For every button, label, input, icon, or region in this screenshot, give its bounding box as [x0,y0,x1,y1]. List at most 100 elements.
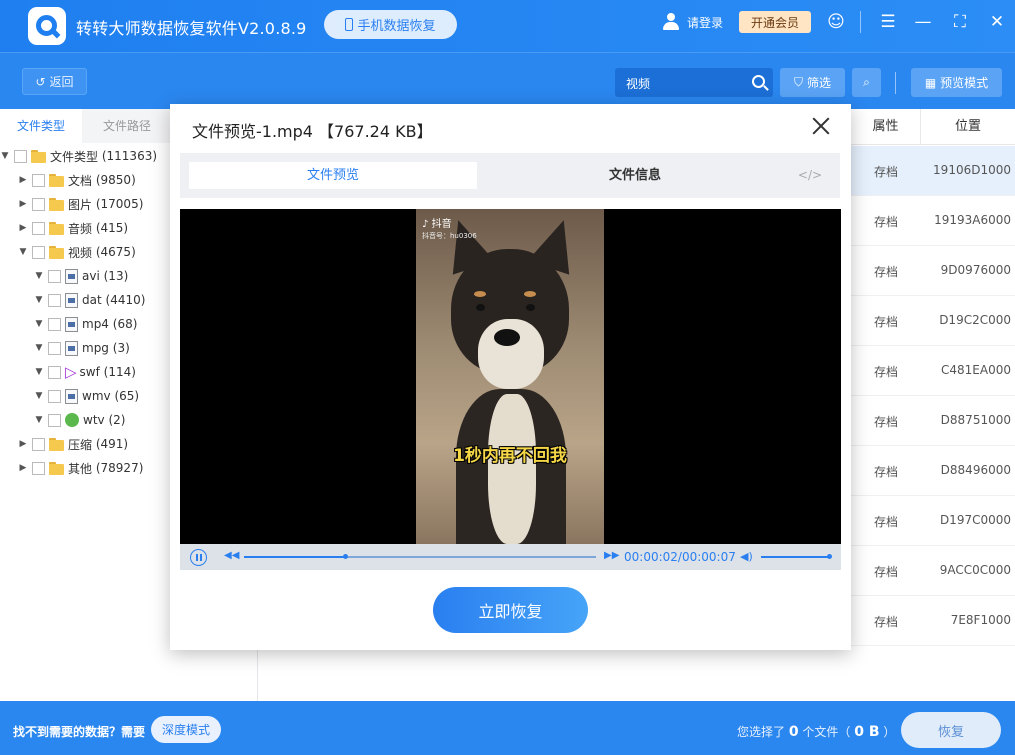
tree-item-archive[interactable]: ▶ 压缩 (491) [18,434,129,454]
expand-down-icon[interactable]: ▼ [34,319,44,329]
recover-now-button[interactable]: 立即恢复 [433,587,588,633]
expand-down-icon[interactable]: ▼ [34,271,44,281]
support-icon[interactable]: ☺ [826,12,846,32]
tab-code[interactable]: </> [790,162,830,189]
checkbox[interactable] [32,221,45,235]
recover-button[interactable]: 恢复 [901,712,1001,748]
checkbox[interactable] [48,293,61,307]
folder-icon [49,437,65,451]
fast-forward-icon[interactable]: ▶▶ [604,550,619,561]
tree-item-other[interactable]: ▶ 其他 (78927) [18,458,144,478]
tree-item-mp4[interactable]: ▼ mp4 (68) [34,314,137,334]
table-row[interactable]: 存档 D197C0000 [851,496,1015,546]
time-display: 00:00:02/00:00:07 [624,550,736,564]
tree-item-avi[interactable]: ▼ avi (13) [34,266,128,286]
checkbox[interactable] [48,269,61,283]
table-row[interactable]: 存档 7E8F1000 [851,596,1015,646]
tree-item-audio[interactable]: ▶ 音频 (415) [18,218,129,238]
progress-handle[interactable] [342,554,348,559]
app-logo-icon [28,7,66,45]
expand-right-icon[interactable]: ▶ [18,463,28,473]
table-row[interactable]: 存档 9D0976000 [851,246,1015,296]
tab-file-path[interactable]: 文件路径 [86,109,168,143]
expand-down-icon[interactable]: ▼ [34,343,44,353]
pause-icon[interactable] [190,549,207,566]
table-row[interactable]: 存档 19106D1000 [851,146,1015,196]
tree-item-wmv[interactable]: ▼ wmv (65) [34,386,139,406]
expand-down-icon[interactable]: ▼ [34,295,44,305]
checkbox[interactable] [48,389,61,403]
tree-item-images[interactable]: ▶ 图片 (17005) [18,194,144,214]
cell-position: 9ACC0C000 [939,563,1011,577]
back-button[interactable]: ↺ 返回 [22,68,87,95]
expand-right-icon[interactable]: ▶ [18,199,28,209]
table-row[interactable]: 存档 D19C2C000 [851,296,1015,346]
tree-item-swf[interactable]: ▼ ▷ swf (114) [34,362,136,382]
table-row[interactable]: 存档 19193A6000 [851,196,1015,246]
expand-down-icon[interactable]: ▼ [18,247,28,257]
tab-file-type[interactable]: 文件类型 [0,109,82,143]
close-window-icon[interactable]: ✕ [987,12,1007,32]
checkbox[interactable] [32,197,45,211]
tree-item-dat[interactable]: ▼ dat (4410) [34,290,145,310]
checkbox[interactable] [48,317,61,331]
cell-position: 9D0976000 [940,263,1011,277]
expand-down-icon[interactable]: ▼ [34,391,44,401]
vip-button[interactable]: 开通会员 [739,11,811,33]
tree-root[interactable]: ▼ 文件类型 (111363) [0,146,157,166]
column-header-attr[interactable]: 属性 [851,109,921,145]
volume-handle[interactable] [827,554,832,559]
maximize-icon[interactable]: ⛶ [950,12,970,32]
search-icon[interactable] [752,75,765,88]
tree-item-video[interactable]: ▼ 视频 (4675) [18,242,136,262]
expand-down-icon[interactable]: ▼ [34,367,44,377]
minimize-icon[interactable]: — [913,12,933,32]
search-input[interactable]: 视频 [615,68,773,97]
tree-count: (4675) [95,245,136,259]
menu-icon[interactable]: ☰ [878,12,898,32]
deep-mode-button[interactable]: 深度模式 [151,716,221,743]
checkbox[interactable] [48,365,61,379]
expand-down-icon[interactable]: ▼ [34,415,44,425]
close-icon[interactable] [810,115,832,137]
tree-count: (2) [108,413,126,427]
volume-slider[interactable] [761,556,830,558]
checkbox[interactable] [32,437,45,451]
volume-icon[interactable]: ◀) [740,550,753,563]
progress-bar[interactable] [244,554,596,559]
cell-attr: 存档 [873,315,898,329]
checkbox[interactable] [48,413,61,427]
table-row[interactable]: 存档 9ACC0C000 [851,546,1015,596]
tab-file-info[interactable]: 文件信息 [525,162,745,189]
tab-file-preview[interactable]: 文件预览 [189,162,477,189]
tree-item-wtv[interactable]: ▼ wtv (2) [34,410,125,430]
expand-right-icon[interactable]: ▶ [18,175,28,185]
tree-item-docs[interactable]: ▶ 文档 (9850) [18,170,136,190]
image-search-button[interactable]: ⌕ [852,68,881,97]
table-row[interactable]: 存档 C481EA000 [851,346,1015,396]
video-player[interactable]: ♪ 抖音 抖音号：hu0306 1秒内再不回我 [180,209,841,544]
cell-attr: 存档 [873,365,898,379]
expand-down-icon[interactable]: ▼ [0,151,10,161]
checkbox[interactable] [32,461,45,475]
checkbox[interactable] [32,173,45,187]
checkbox[interactable] [48,341,61,355]
column-header-position[interactable]: 位置 [921,109,1015,145]
preview-mode-button[interactable]: ▦ 预览模式 [911,68,1002,97]
expand-right-icon[interactable]: ▶ [18,223,28,233]
dog-marking [524,291,536,297]
checkbox[interactable] [14,149,27,163]
phone-recovery-button[interactable]: 手机数据恢复 [324,10,457,39]
progress-fill [244,556,345,558]
checkbox[interactable] [32,245,45,259]
rewind-icon[interactable]: ◀◀ [224,550,239,561]
expand-right-icon[interactable]: ▶ [18,439,28,449]
table-row[interactable]: 存档 D88751000 [851,396,1015,446]
filter-button[interactable]: ⛉ 筛选 [780,68,845,97]
table-row[interactable]: 存档 D88496000 [851,446,1015,496]
user-icon[interactable] [662,13,680,31]
login-link[interactable]: 请登录 [687,14,723,31]
tree-label: mpg [82,341,109,355]
tree-item-mpg[interactable]: ▼ mpg (3) [34,338,130,358]
back-icon: ↺ [35,74,46,89]
